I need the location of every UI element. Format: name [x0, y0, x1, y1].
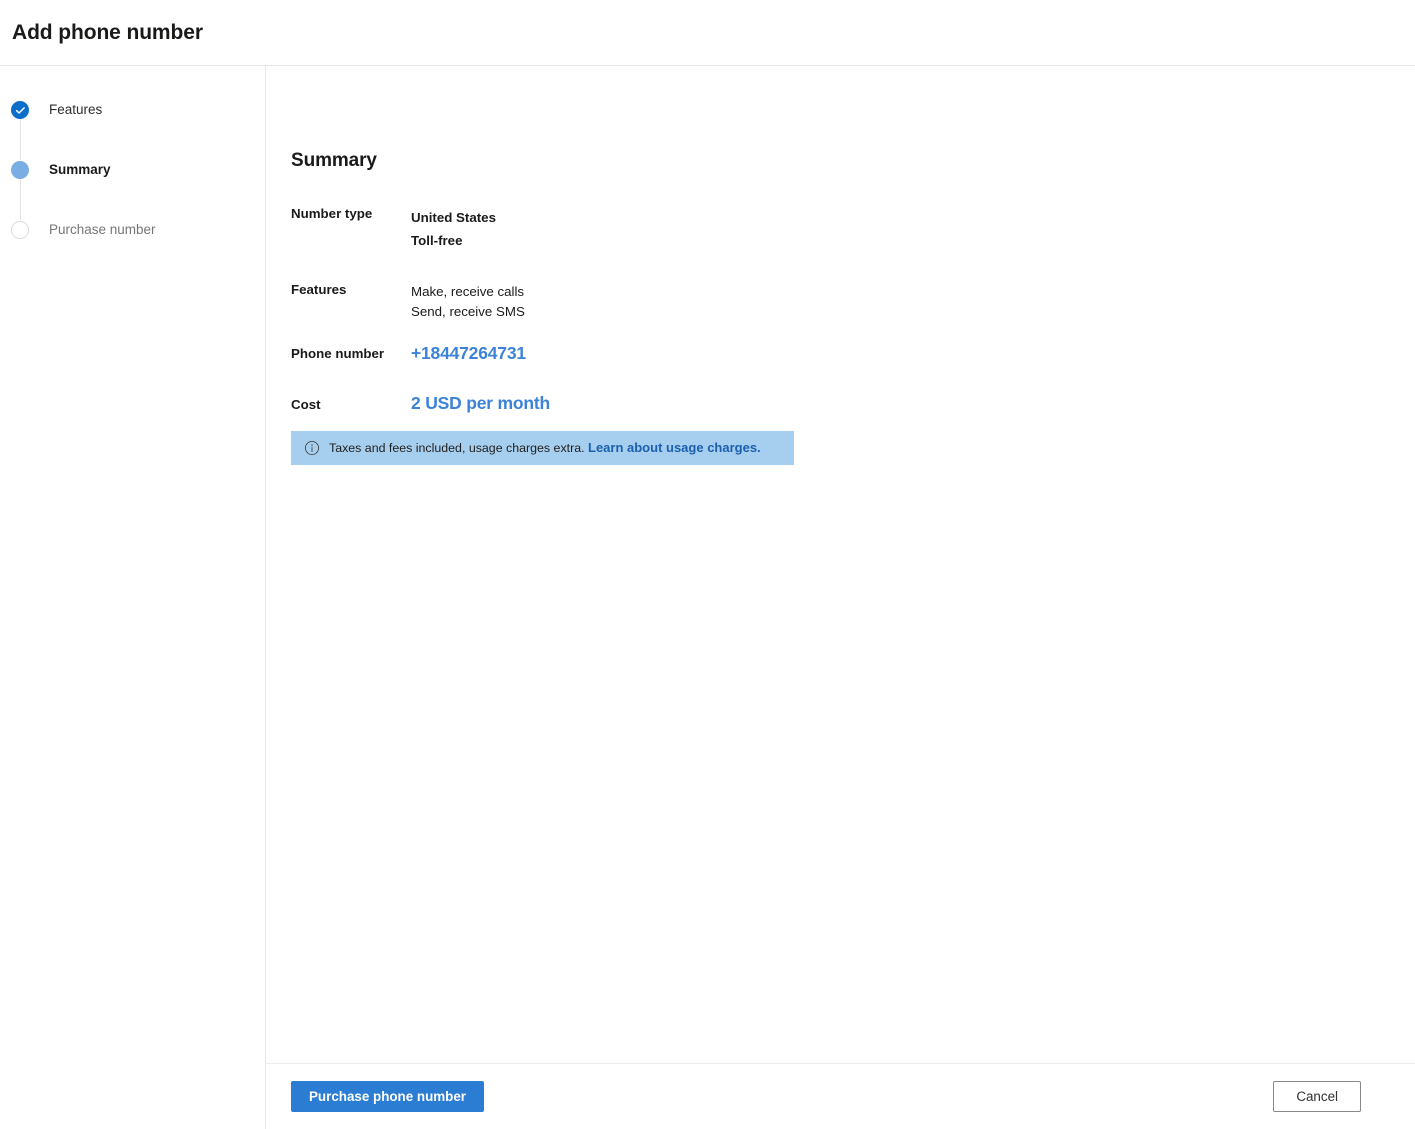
wizard-step-summary[interactable]: Summary [11, 160, 265, 220]
wizard-step-label-features: Features [49, 102, 103, 117]
feature-calls: Make, receive calls [411, 284, 525, 299]
filled-circle-icon [11, 161, 29, 179]
summary-row-phone-number: Phone number +18447264731 [291, 343, 550, 393]
summary-label-number-type: Number type [291, 206, 373, 221]
phone-number-value: +18447264731 [411, 343, 526, 363]
number-type-country: United States [411, 210, 496, 225]
purchase-phone-number-button[interactable]: Purchase phone number [291, 1081, 484, 1112]
wizard-connector [19, 118, 21, 160]
wizard-step-features[interactable]: Features [11, 100, 265, 160]
number-type-kind: Toll-free [411, 233, 463, 248]
summary-label-cost: Cost [291, 397, 321, 412]
feature-sms: Send, receive SMS [411, 303, 525, 319]
wizard-step-label-purchase-number: Purchase number [49, 222, 156, 237]
info-banner-text: Taxes and fees included, usage charges e… [329, 440, 761, 456]
summary-value-phone-number: +18447264731 [411, 343, 550, 393]
page-title: Add phone number [12, 20, 203, 44]
summary-row-number-type: Number type United States Toll-free [291, 206, 550, 282]
wizard-connector [19, 178, 21, 220]
summary-label-features: Features [291, 282, 347, 297]
summary-section: Summary Number type United States Toll-f… [266, 66, 1415, 465]
info-banner: Taxes and fees included, usage charges e… [291, 431, 794, 465]
empty-circle-icon [11, 221, 29, 239]
wizard-step-list: Features Summary Purchase number [0, 100, 265, 240]
summary-row-features: Features Make, receive calls Send, recei… [291, 282, 550, 343]
dialog-footer: Purchase phone number Cancel [266, 1063, 1415, 1129]
info-banner-message: Taxes and fees included, usage charges e… [329, 441, 585, 455]
info-circle-icon [304, 440, 320, 456]
wizard-rail: Features Summary Purchase number [0, 66, 266, 1129]
wizard-step-purchase-number[interactable]: Purchase number [11, 220, 265, 240]
content-pane: Summary Number type United States Toll-f… [266, 66, 1415, 1129]
summary-table: Number type United States Toll-free Feat… [291, 206, 550, 425]
cost-value: 2 USD per month [411, 393, 550, 413]
summary-value-number-type: United States Toll-free [411, 206, 550, 282]
summary-label-phone-number: Phone number [291, 346, 385, 361]
check-circle-icon [11, 101, 29, 119]
summary-value-cost: 2 USD per month [411, 393, 550, 425]
summary-value-features: Make, receive calls Send, receive SMS [411, 282, 550, 343]
section-title: Summary [291, 150, 377, 171]
learn-about-usage-charges-link[interactable]: Learn about usage charges. [588, 440, 761, 455]
cancel-button[interactable]: Cancel [1273, 1081, 1361, 1112]
wizard-step-label-summary: Summary [49, 162, 111, 177]
dialog-body: Features Summary Purchase number Summary… [0, 66, 1415, 1129]
summary-row-cost: Cost 2 USD per month [291, 393, 550, 425]
dialog-header: Add phone number [0, 0, 1415, 66]
